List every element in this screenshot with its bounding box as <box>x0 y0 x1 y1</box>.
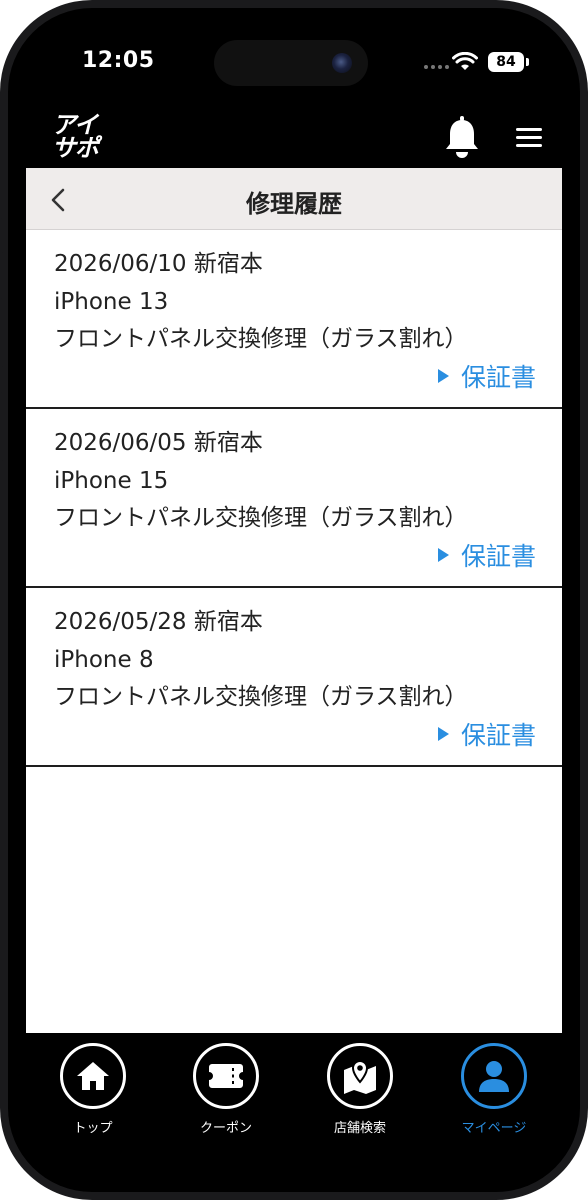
menu-icon[interactable] <box>516 128 542 148</box>
status-time: 12:05 <box>82 48 155 73</box>
record-date-store: 2026/05/28 新宿本 <box>54 609 263 635</box>
repair-record: 2026/06/05 新宿本 iPhone 15 フロントパネル交換修理（ガラス… <box>26 409 562 588</box>
record-service: フロントパネル交換修理（ガラス割れ） <box>54 326 468 352</box>
phone-frame: 12:05 84 アイ サポ 修理履歴 2026/06/10 新宿本 iPhon… <box>0 0 588 1200</box>
warranty-link[interactable]: 保証書 <box>437 358 536 394</box>
warranty-label: 保証書 <box>460 721 536 750</box>
record-service: フロントパネル交換修理（ガラス割れ） <box>54 684 468 710</box>
signal-icon <box>424 65 449 69</box>
record-device: iPhone 13 <box>54 288 169 315</box>
record-service: フロントパネル交換修理（ガラス割れ） <box>54 505 468 531</box>
user-icon <box>479 1061 509 1092</box>
nav-circle <box>461 1043 527 1109</box>
nav-circle <box>193 1043 259 1109</box>
dynamic-island <box>214 40 368 86</box>
logo-line-2: サポ <box>52 134 99 162</box>
front-camera <box>332 53 352 73</box>
nav-label: トップ <box>73 1121 113 1136</box>
ticket-icon <box>209 1064 243 1088</box>
nav-item-store-search[interactable]: 店舗検索 <box>310 1043 410 1136</box>
battery-tip <box>526 58 529 66</box>
battery-icon: 84 <box>488 52 524 72</box>
nav-item-top[interactable]: トップ <box>43 1043 143 1136</box>
warranty-label: 保証書 <box>460 363 536 392</box>
play-arrow-icon <box>437 727 449 741</box>
record-date-store: 2026/06/05 新宿本 <box>54 430 263 456</box>
bottom-nav: トップ クーポン 店舗検索 マイページ <box>26 1033 562 1174</box>
record-device: iPhone 15 <box>54 467 169 494</box>
volume-down-button <box>0 392 3 462</box>
status-bar: 12:05 84 <box>26 26 562 106</box>
play-arrow-icon <box>437 548 449 562</box>
nav-item-coupon[interactable]: クーポン <box>176 1043 276 1136</box>
repair-history-list: 2026/06/10 新宿本 iPhone 13 フロントパネル交換修理（ガラス… <box>26 230 562 1033</box>
nav-label: 店舗検索 <box>333 1121 386 1136</box>
page-title: 修理履歴 <box>246 190 342 218</box>
play-arrow-icon <box>437 369 449 383</box>
record-device: iPhone 8 <box>54 646 154 673</box>
repair-record: 2026/05/28 新宿本 iPhone 8 フロントパネル交換修理（ガラス割… <box>26 588 562 767</box>
nav-circle <box>60 1043 126 1109</box>
warranty-link[interactable]: 保証書 <box>437 716 536 752</box>
warranty-label: 保証書 <box>460 542 536 571</box>
map-pin-icon <box>344 1059 376 1094</box>
wifi-icon <box>452 52 478 70</box>
bell-icon[interactable] <box>444 116 480 158</box>
screen: 12:05 84 アイ サポ 修理履歴 2026/06/10 新宿本 iPhon… <box>26 26 562 1174</box>
warranty-link[interactable]: 保証書 <box>437 537 536 573</box>
nav-label: マイページ <box>461 1121 527 1136</box>
volume-up-button <box>0 298 3 368</box>
record-date-store: 2026/06/10 新宿本 <box>54 251 263 277</box>
app-header: アイ サポ <box>26 106 562 168</box>
nav-circle <box>327 1043 393 1109</box>
nav-label: クーポン <box>199 1121 252 1136</box>
title-bar: 修理履歴 <box>26 168 562 230</box>
home-icon <box>77 1062 109 1090</box>
app-logo[interactable]: アイ サポ <box>52 113 112 162</box>
action-button <box>0 218 3 254</box>
phone-bezel: 12:05 84 アイ サポ 修理履歴 2026/06/10 新宿本 iPhon… <box>8 8 580 1192</box>
repair-record: 2026/06/10 新宿本 iPhone 13 フロントパネル交換修理（ガラス… <box>26 230 562 409</box>
nav-item-mypage[interactable]: マイページ <box>444 1043 544 1136</box>
